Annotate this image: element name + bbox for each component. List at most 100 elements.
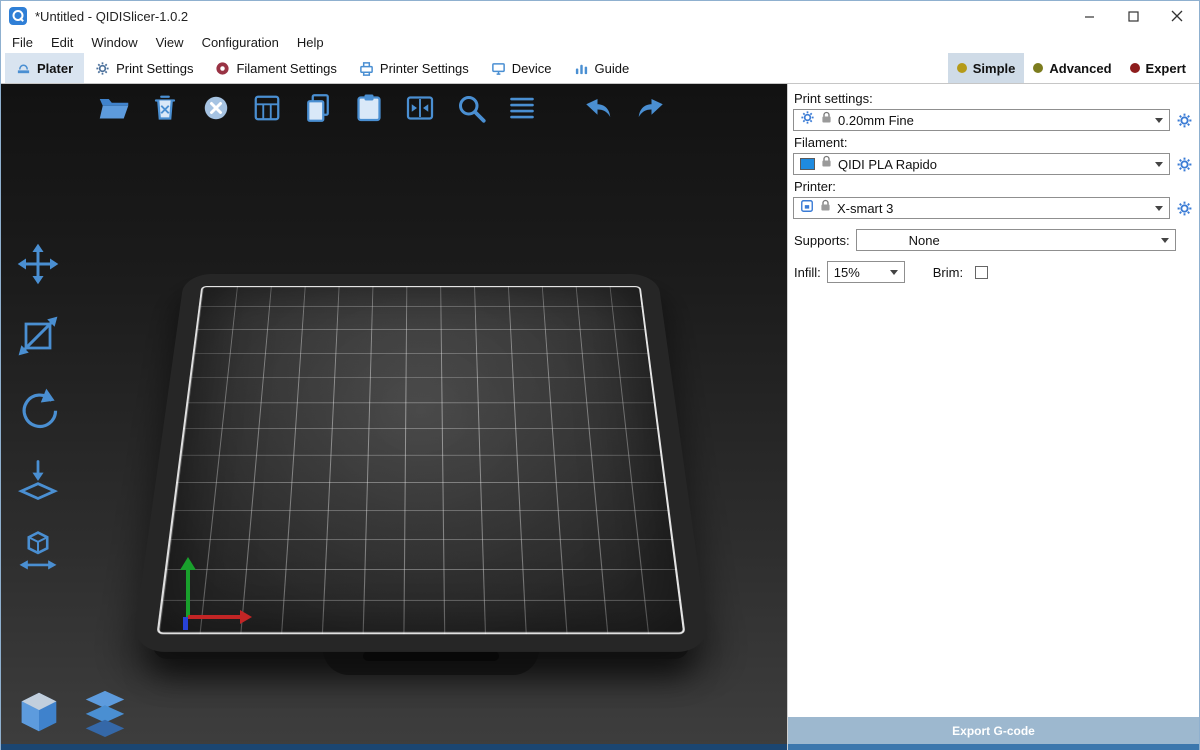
copy-icon[interactable] <box>297 88 339 128</box>
delete-icon[interactable] <box>144 88 186 128</box>
tab-label: Print Settings <box>116 61 193 76</box>
measure-icon[interactable] <box>11 524 65 580</box>
advanced-mode-icon <box>1033 63 1043 73</box>
axis-x <box>188 615 240 619</box>
axis-x-arrow <box>240 610 252 624</box>
left-toolbar <box>11 236 65 580</box>
tab-print-settings[interactable]: Print Settings <box>84 53 204 83</box>
app-window: *Untitled - QIDISlicer-1.0.2 File Edit W… <box>0 0 1200 750</box>
menu-item-help[interactable]: Help <box>288 35 333 50</box>
arrange-icon[interactable] <box>246 88 288 128</box>
print-bed <box>132 274 710 652</box>
menubar: File Edit Window View Configuration Help <box>1 31 1199 53</box>
print-settings-label: Print settings: <box>794 91 1193 106</box>
guide-icon <box>574 61 589 76</box>
editor-3d-icon[interactable] <box>13 686 65 738</box>
flatten-icon[interactable] <box>11 452 65 508</box>
tabbar: Plater Print Settings Filament Settings … <box>1 53 1199 84</box>
filament-label: Filament: <box>794 135 1193 150</box>
tab-plater[interactable]: Plater <box>5 53 84 83</box>
print-settings-icon <box>95 61 110 76</box>
move-icon[interactable] <box>11 236 65 292</box>
window-title: *Untitled - QIDISlicer-1.0.2 <box>35 9 188 24</box>
infill-select[interactable]: 15% <box>827 261 905 283</box>
menu-item-window[interactable]: Window <box>82 35 146 50</box>
open-icon[interactable] <box>93 88 135 128</box>
close-button[interactable] <box>1155 1 1199 31</box>
printer-value: X-smart 3 <box>837 201 893 216</box>
scale-icon[interactable] <box>11 308 65 364</box>
axis-y <box>186 568 190 618</box>
sidebar: Print settings: 0.20mm Fine Filament: QI… <box>787 84 1199 750</box>
bed-plate <box>157 286 686 634</box>
3d-viewport[interactable] <box>1 84 787 750</box>
printer-label: Printer: <box>794 179 1193 194</box>
mode-advanced[interactable]: Advanced <box>1024 53 1120 83</box>
lock-icon <box>820 199 831 217</box>
menu-item-edit[interactable]: Edit <box>42 35 82 50</box>
redo-icon[interactable] <box>629 88 671 128</box>
mode-switcher: Simple Advanced Expert <box>948 53 1199 83</box>
axis-y-arrow <box>180 557 196 570</box>
menu-item-configuration[interactable]: Configuration <box>193 35 288 50</box>
print-settings-select[interactable]: 0.20mm Fine <box>793 109 1170 131</box>
rotate-icon[interactable] <box>11 380 65 436</box>
menu-item-view[interactable]: View <box>147 35 193 50</box>
axis-z <box>183 617 188 630</box>
expert-mode-icon <box>1130 63 1140 73</box>
supports-select[interactable]: None <box>856 229 1176 251</box>
filament-row: QIDI PLA Rapido <box>793 153 1194 175</box>
tab-device[interactable]: Device <box>480 53 563 83</box>
chevron-down-icon <box>1155 162 1163 167</box>
print-settings-gear-button[interactable] <box>1174 109 1194 131</box>
printer-gear-button[interactable] <box>1174 197 1194 219</box>
filament-select[interactable]: QIDI PLA Rapido <box>793 153 1170 175</box>
bed-handle-slot <box>363 651 499 661</box>
undo-icon[interactable] <box>578 88 620 128</box>
print-settings-value: 0.20mm Fine <box>838 113 914 128</box>
mode-expert[interactable]: Expert <box>1121 53 1195 83</box>
layers-icon[interactable] <box>501 88 543 128</box>
print-settings-row: 0.20mm Fine <box>793 109 1194 131</box>
infill-row: Infill: 15% Brim: <box>793 261 1194 283</box>
viewport-toolbar <box>93 88 671 128</box>
export-gcode-button[interactable]: Export G-code <box>788 717 1199 744</box>
paste-icon[interactable] <box>348 88 390 128</box>
tab-label: Guide <box>595 61 630 76</box>
gear-icon <box>800 110 815 130</box>
search-icon[interactable] <box>450 88 492 128</box>
tab-filament-settings[interactable]: Filament Settings <box>204 53 347 83</box>
window-controls <box>1067 1 1199 31</box>
chevron-down-icon <box>890 270 898 275</box>
tab-printer-settings[interactable]: Printer Settings <box>348 53 480 83</box>
tab-label: Plater <box>37 61 73 76</box>
minimize-button[interactable] <box>1067 1 1111 31</box>
printer-select[interactable]: X-smart 3 <box>793 197 1170 219</box>
scene <box>1 84 787 750</box>
lock-icon <box>821 111 832 129</box>
infill-value: 15% <box>834 265 860 280</box>
preview-layers-icon[interactable] <box>79 686 131 738</box>
filament-gear-button[interactable] <box>1174 153 1194 175</box>
mode-simple[interactable]: Simple <box>948 53 1025 83</box>
bottom-strip-left <box>1 744 787 750</box>
supports-row: Supports: None <box>793 229 1194 251</box>
chevron-down-icon <box>1155 206 1163 211</box>
menu-item-file[interactable]: File <box>3 35 42 50</box>
main-area: Print settings: 0.20mm Fine Filament: QI… <box>1 84 1199 750</box>
bottom-strip-right <box>788 744 1199 750</box>
tab-label: Printer Settings <box>380 61 469 76</box>
app-icon <box>9 7 27 25</box>
tab-guide[interactable]: Guide <box>563 53 641 83</box>
tab-label: Filament Settings <box>236 61 336 76</box>
supports-label: Supports: <box>794 233 850 248</box>
maximize-button[interactable] <box>1111 1 1155 31</box>
plater-icon <box>16 61 31 76</box>
instances-icon[interactable] <box>399 88 441 128</box>
mode-label: Simple <box>973 61 1016 76</box>
brim-checkbox[interactable] <box>975 266 988 279</box>
filament-settings-icon <box>215 61 230 76</box>
filament-value: QIDI PLA Rapido <box>838 157 937 172</box>
delete-all-icon[interactable] <box>195 88 237 128</box>
printer-settings-icon <box>359 61 374 76</box>
